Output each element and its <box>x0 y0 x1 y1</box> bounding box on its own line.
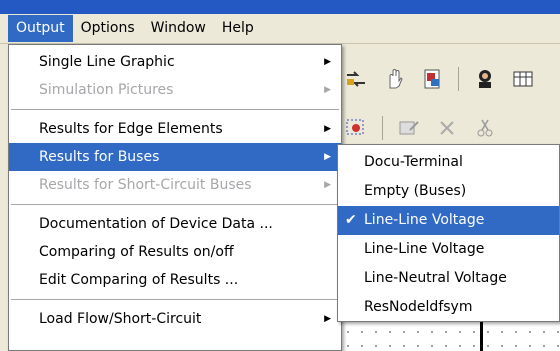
toolbar-separator <box>382 116 383 140</box>
output-menu: Single Line Graphic ▶ Simulation Picture… <box>8 44 342 351</box>
menu-item-single-line-graphic[interactable]: Single Line Graphic ▶ <box>9 48 341 76</box>
menu-item-comparing-results-toggle[interactable]: Comparing of Results on/off <box>9 238 341 266</box>
toolbar-top <box>330 62 560 96</box>
menu-item-label: Results for Short-Circuit Buses <box>39 177 252 193</box>
menu-item-edit-comparing-results[interactable]: Edit Comparing of Results ... <box>9 266 341 294</box>
menu-separator <box>11 204 339 205</box>
zoom-select-icon[interactable] <box>344 116 368 140</box>
menu-item-label: Line-Line Voltage <box>364 241 485 257</box>
menu-item-label: Comparing of Results on/off <box>39 244 234 260</box>
menu-item-label: Line-Line Voltage <box>364 212 485 228</box>
submenu-arrow-icon: ▶ <box>324 314 331 324</box>
submenu-item-docu-terminal[interactable]: Docu-Terminal <box>338 148 559 177</box>
table-icon[interactable] <box>511 67 535 91</box>
toggle-arrows-icon[interactable] <box>344 67 368 91</box>
menu-bar: Output Options Window Help <box>0 14 560 44</box>
submenu-item-line-neutral-voltage[interactable]: Line-Neutral Voltage <box>338 264 559 293</box>
buses-submenu: Docu-Terminal Empty (Buses) ✔ Line-Line … <box>337 144 560 322</box>
menu-item-results-edge-elements[interactable]: Results for Edge Elements ▶ <box>9 115 341 143</box>
menu-item-label: Line-Neutral Voltage <box>364 270 507 286</box>
hand-pan-icon[interactable] <box>382 67 406 91</box>
submenu-arrow-icon: ▶ <box>324 124 331 134</box>
user-icon[interactable] <box>473 67 497 91</box>
menu-item-documentation-device-data[interactable]: Documentation of Device Data ... <box>9 210 341 238</box>
menu-item-results-buses[interactable]: Results for Buses ▶ <box>9 143 341 171</box>
menu-item-load-flow-short-circuit[interactable]: Load Flow/Short-Circuit ▶ <box>9 305 341 333</box>
menu-item-label: Single Line Graphic <box>39 54 175 70</box>
menu-item-label: Results for Edge Elements <box>39 121 223 137</box>
edit-icon[interactable] <box>397 116 421 140</box>
submenu-item-empty-buses[interactable]: Empty (Buses) <box>338 177 559 206</box>
toolbar-bottom <box>330 112 560 144</box>
document-icon[interactable] <box>420 67 444 91</box>
menu-separator <box>11 109 339 110</box>
window-title-bar <box>0 0 560 14</box>
menu-item-label: Docu-Terminal <box>364 154 463 170</box>
menu-item-label: Empty (Buses) <box>364 183 467 199</box>
menu-options[interactable]: Options <box>73 15 143 42</box>
submenu-arrow-icon: ▶ <box>324 180 331 190</box>
delete-icon[interactable] <box>435 116 459 140</box>
menu-item-results-short-circuit-buses: Results for Short-Circuit Buses ▶ <box>9 171 341 199</box>
checkmark-icon: ✔ <box>345 212 357 228</box>
submenu-item-resnodeldfsym[interactable]: ResNodeldfsym <box>338 293 559 322</box>
menu-item-label: Edit Comparing of Results ... <box>39 272 239 288</box>
menu-item-label: Simulation Pictures <box>39 82 174 98</box>
menu-separator <box>11 299 339 300</box>
submenu-arrow-icon: ▶ <box>324 57 331 67</box>
menu-help[interactable]: Help <box>214 15 262 42</box>
menu-item-label: Results for Buses <box>39 149 160 165</box>
toolbar-separator <box>458 67 459 91</box>
menu-item-label: Load Flow/Short-Circuit <box>39 311 202 327</box>
menu-output[interactable]: Output <box>8 15 73 42</box>
menu-window[interactable]: Window <box>143 15 214 42</box>
cut-icon[interactable] <box>473 116 497 140</box>
menu-item-label: ResNodeldfsym <box>364 299 473 315</box>
submenu-arrow-icon: ▶ <box>324 152 331 162</box>
menu-item-label: Documentation of Device Data ... <box>39 216 273 232</box>
submenu-arrow-icon: ▶ <box>324 85 331 95</box>
submenu-item-line-line-voltage-checked[interactable]: ✔ Line-Line Voltage <box>338 206 559 235</box>
menu-item-simulation-pictures: Simulation Pictures ▶ <box>9 76 341 104</box>
submenu-item-line-line-voltage[interactable]: Line-Line Voltage <box>338 235 559 264</box>
